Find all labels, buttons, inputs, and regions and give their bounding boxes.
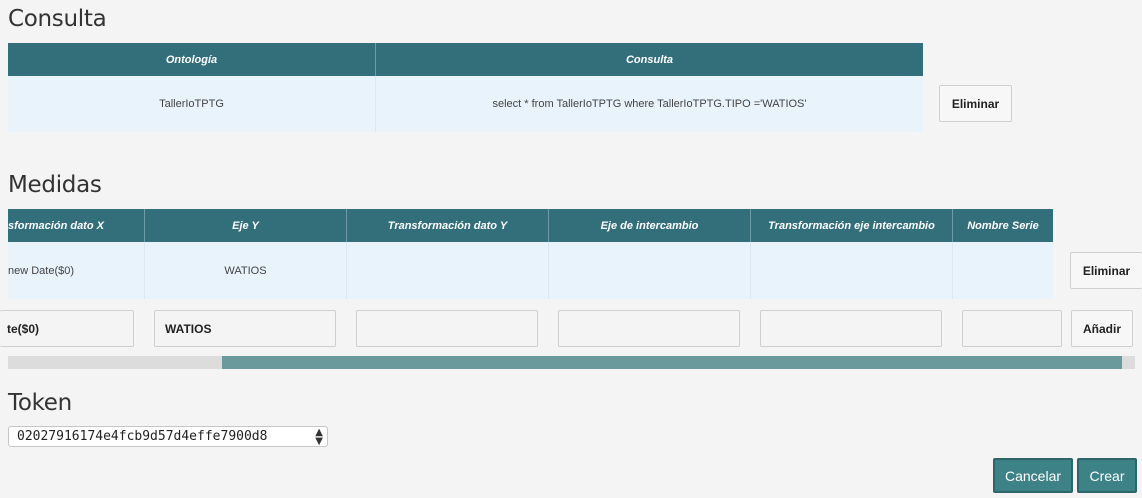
col-header-consulta: Consulta [376, 43, 923, 76]
create-button[interactable]: Crear [1077, 458, 1137, 493]
transformacion-intercambio-input[interactable] [760, 310, 942, 347]
chevron-updown-icon: ▲ ▼ [315, 427, 323, 447]
col-header-transformacion-y: Transformación dato Y [347, 209, 549, 242]
col-header-nombre-serie: Nombre Serie [953, 209, 1053, 242]
delete-medida-button[interactable]: Eliminar [1070, 252, 1142, 289]
eje-intercambio-input[interactable] [558, 310, 740, 347]
nombre-serie-input[interactable] [962, 310, 1062, 347]
medidas-title: Medidas [8, 172, 102, 198]
horizontal-scrollbar-thumb[interactable] [222, 356, 1122, 369]
col-header-eje-intercambio: Eje de intercambio [549, 209, 751, 242]
eje-y-input[interactable]: WATIOS [154, 310, 336, 347]
add-medida-button[interactable]: Añadir [1071, 310, 1133, 347]
table-cell-transformacion-intercambio [751, 242, 953, 299]
col-header-ontologia: Ontología [8, 43, 376, 76]
table-cell-transformacion-x: new Date($0) [8, 242, 145, 299]
token-title: Token [8, 390, 72, 416]
table-cell-ontologia: TallerIoTPTG [8, 76, 376, 132]
table-cell-transformacion-y [347, 242, 549, 299]
col-header-transformacion-intercambio: Transformación eje intercambio [751, 209, 953, 242]
token-select-value: 02027916174e4fcb9d57d4effe7900d8 [17, 429, 268, 444]
transformacion-y-input[interactable] [356, 310, 538, 347]
transformacion-x-input[interactable]: te($0) [0, 310, 134, 347]
table-cell-eje-intercambio [549, 242, 751, 299]
table-cell-nombre-serie [953, 242, 1053, 299]
consulta-title: Consulta [8, 6, 107, 32]
col-header-transformacion-x: sformación dato X [8, 209, 145, 242]
col-header-eje-y: Eje Y [145, 209, 347, 242]
token-select[interactable]: 02027916174e4fcb9d57d4effe7900d8 ▲ ▼ [8, 426, 328, 447]
table-cell-consulta: select * from TallerIoTPTG where TallerI… [376, 76, 923, 132]
delete-consulta-button[interactable]: Eliminar [939, 85, 1012, 122]
table-cell-eje-y: WATIOS [145, 242, 347, 299]
cancel-button[interactable]: Cancelar [993, 458, 1073, 493]
